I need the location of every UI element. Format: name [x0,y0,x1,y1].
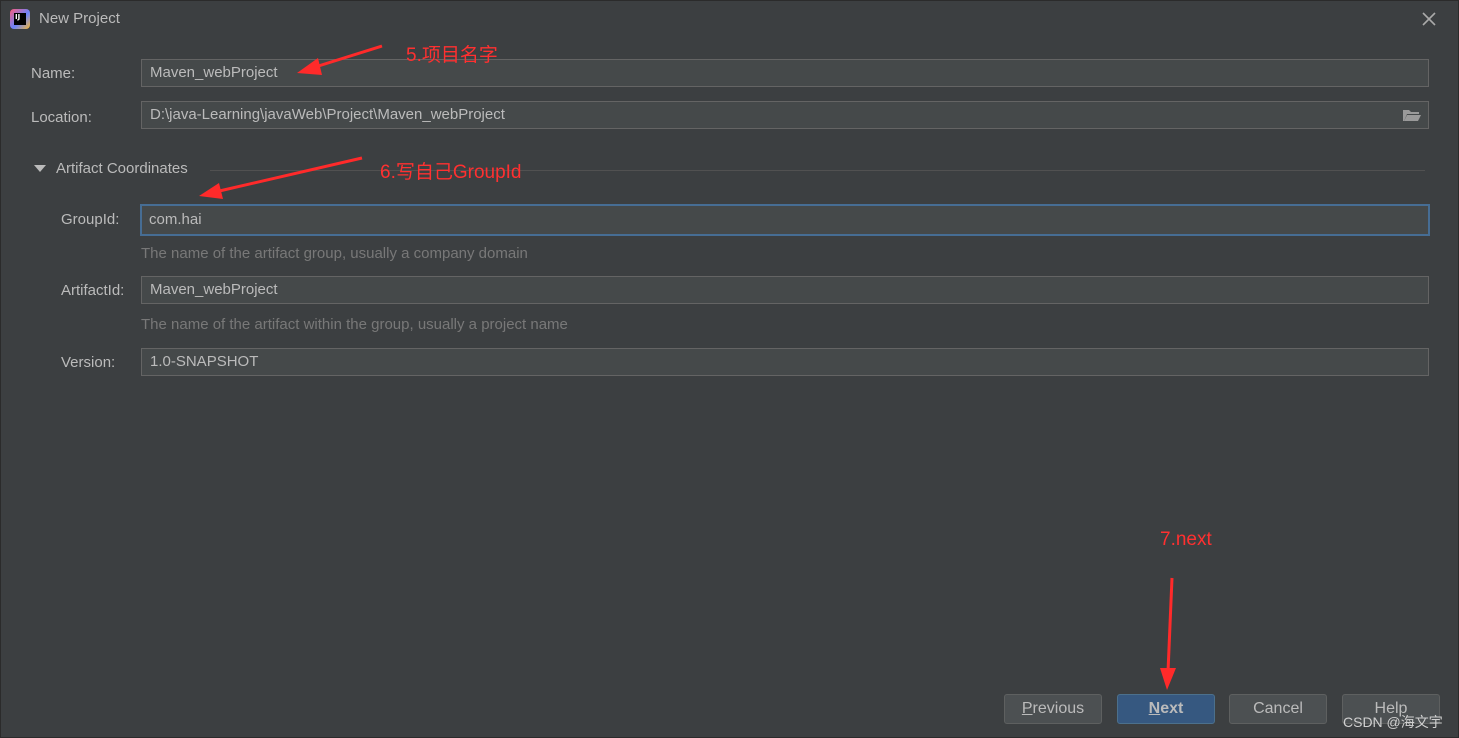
annotation-step6: 6.写自己GroupId [380,162,522,183]
annotation-arrows [199,44,1176,690]
arrow-to-next-button [1160,577,1176,690]
csdn-watermark: CSDN @海文宇 [1343,714,1443,730]
arrow-to-name-field [297,44,383,75]
arrow-to-section [199,156,363,199]
annotation-step5: 5.项目名字 [406,45,498,66]
annotation-step7: 7.next [1160,529,1212,550]
